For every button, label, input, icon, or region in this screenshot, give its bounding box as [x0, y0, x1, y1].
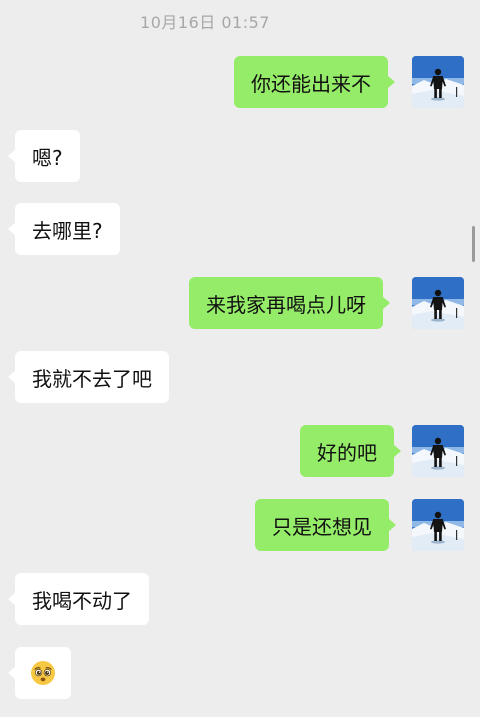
message-text: 你还能出来不	[251, 71, 371, 96]
avatar-snow-photo-icon	[412, 277, 464, 329]
self-avatar[interactable]	[412, 499, 464, 551]
message-bubble-incoming[interactable]: 我喝不动了	[8, 573, 149, 625]
message-text: 只是还想见	[272, 514, 372, 539]
message-text: 我就不去了吧	[32, 366, 152, 391]
message-bubble-outgoing[interactable]: 来我家再喝点儿呀	[189, 277, 390, 329]
message-text: 我喝不动了	[32, 588, 132, 613]
message-bubble-outgoing[interactable]: 只是还想见	[255, 499, 396, 551]
avatar-snow-photo-icon	[412, 499, 464, 551]
message-bubble-outgoing[interactable]: 好的吧	[300, 425, 401, 477]
avatar-snow-photo-icon	[412, 56, 464, 108]
message-bubble-incoming[interactable]: 嗯?	[8, 130, 80, 182]
message-text: 去哪里?	[32, 218, 103, 243]
self-avatar[interactable]	[412, 425, 464, 477]
scrollbar-thumb[interactable]	[472, 226, 475, 262]
message-bubble-incoming[interactable]: 我就不去了吧	[8, 351, 169, 403]
message-bubble-incoming[interactable]	[8, 647, 71, 699]
chat-timestamp: 10月16日 01:57	[140, 13, 270, 32]
self-avatar[interactable]	[412, 56, 464, 108]
message-text: 来我家再喝点儿呀	[206, 292, 366, 317]
self-avatar[interactable]	[412, 277, 464, 329]
message-bubble-outgoing[interactable]: 你还能出来不	[234, 56, 395, 108]
message-text: 嗯?	[32, 145, 63, 170]
avatar-snow-photo-icon	[412, 425, 464, 477]
pleading-face-emoji-icon	[31, 661, 55, 685]
message-bubble-incoming[interactable]: 去哪里?	[8, 203, 120, 255]
message-text: 好的吧	[317, 440, 377, 465]
